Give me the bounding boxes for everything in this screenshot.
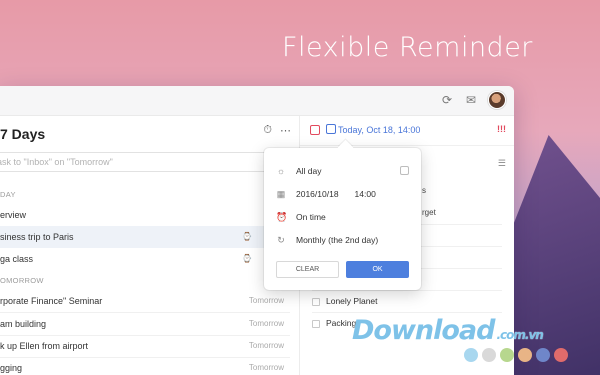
task-row[interactable]: k up Ellen from airport Tomorrow <box>0 335 290 357</box>
calendar-icon: ▦ <box>276 189 286 199</box>
watermark: Download .com.vn <box>352 315 544 346</box>
checklist-checkbox[interactable] <box>312 319 320 328</box>
repeat-icon: ⌚ <box>242 232 252 241</box>
task-title: erview <box>0 210 27 220</box>
topbar-icons: ⟳ ✉ <box>440 91 506 109</box>
checklist-item[interactable]: Lonely Planet <box>312 296 378 306</box>
task-title: siness trip to Paris <box>0 232 74 242</box>
priority-checkbox-icon[interactable] <box>310 125 320 135</box>
repeat-icon: ↻ <box>277 235 285 245</box>
section-today: DAY <box>0 190 16 199</box>
checklist-checkbox[interactable] <box>312 297 320 306</box>
sun-icon: ☼ <box>276 166 286 176</box>
window-topbar: ⟳ ✉ <box>0 86 514 116</box>
date-picker-popover: ☼ All day ▦ 2016/10/18 14:00 ⏰ On time ↻… <box>264 148 421 290</box>
repeat-icon: ⌚ <box>242 254 252 263</box>
date-value[interactable]: 2016/10/18 <box>296 189 339 199</box>
watermark-dot <box>464 348 478 362</box>
alarm-clock-icon: ⏰ <box>276 212 288 222</box>
more-icon[interactable]: ⋯ <box>280 124 291 137</box>
task-row[interactable]: am building Tomorrow <box>0 313 290 335</box>
list-title-icons: ⏱ ⋯ <box>263 124 291 137</box>
task-meta: Tomorrow <box>248 319 284 328</box>
detail-header: Today, Oct 18, 14:00 !!! <box>300 116 514 146</box>
add-task-input[interactable]: ask to "Inbox" on "Tomorrow" <box>0 152 290 172</box>
task-title: k up Ellen from airport <box>0 341 89 351</box>
watermark-dots <box>464 348 568 362</box>
mail-icon[interactable]: ✉ <box>464 93 478 107</box>
time-value[interactable]: 14:00 <box>355 189 376 199</box>
calendar-icon[interactable] <box>326 124 336 134</box>
all-day-label: All day <box>296 166 322 176</box>
refresh-icon[interactable]: ⟳ <box>440 93 454 107</box>
section-tomorrow: OMORROW <box>0 276 44 285</box>
priority-flag[interactable]: !!! <box>497 124 506 134</box>
task-row[interactable]: gging Tomorrow <box>0 357 290 375</box>
reminder-row[interactable]: ⏰ On time <box>276 212 326 222</box>
all-day-checkbox[interactable] <box>400 166 409 175</box>
task-title: ga class <box>0 254 34 264</box>
watermark-dot <box>536 348 550 362</box>
task-list-pane: 7 Days ⏱ ⋯ ask to "Inbox" on "Tomorrow" … <box>0 116 300 375</box>
checklist-text: Lonely Planet <box>326 296 378 306</box>
watermark-dot <box>500 348 514 362</box>
watermark-dot <box>482 348 496 362</box>
task-row[interactable]: erview <box>0 204 290 226</box>
sort-list-icon[interactable]: ☰ <box>498 158 506 169</box>
headline: Flexible Reminder <box>282 32 533 63</box>
clear-button[interactable]: CLEAR <box>276 261 339 278</box>
due-date-link[interactable]: Today, Oct 18, 14:00 <box>338 125 420 135</box>
task-row[interactable]: rporate Finance" Seminar Tomorrow <box>0 290 290 312</box>
repeat-row[interactable]: ↻ Monthly (the 2nd day) <box>276 235 378 245</box>
task-meta: Tomorrow <box>248 341 284 350</box>
task-title: rporate Finance" Seminar <box>0 296 103 306</box>
detail-text-fragment: rget <box>422 208 436 217</box>
detail-divider <box>312 290 502 291</box>
reminder-value: On time <box>296 212 326 222</box>
watermark-text: Download <box>352 315 495 346</box>
task-row[interactable]: siness trip to Paris ⌚ 2 <box>0 226 290 248</box>
watermark-suffix: .com.vn <box>496 328 543 342</box>
task-row[interactable]: ga class ⌚ 2 <box>0 248 290 270</box>
all-day-option[interactable]: ☼ All day <box>276 166 322 176</box>
list-title: 7 Days <box>0 126 46 142</box>
date-time-row[interactable]: ▦ 2016/10/18 14:00 <box>276 189 376 199</box>
repeat-value: Monthly (the 2nd day) <box>296 235 379 245</box>
task-title: am building <box>0 319 47 329</box>
checklist-item[interactable]: Packing <box>312 318 356 328</box>
sort-clock-icon[interactable]: ⏱ <box>263 124 272 137</box>
task-title: gging <box>0 363 23 373</box>
detail-divider <box>312 312 502 313</box>
avatar[interactable] <box>488 91 506 109</box>
task-meta: Tomorrow <box>248 363 284 372</box>
watermark-dot <box>518 348 532 362</box>
watermark-dot <box>554 348 568 362</box>
ok-button[interactable]: OK <box>346 261 409 278</box>
task-meta: Tomorrow <box>248 296 284 305</box>
detail-text-fragment: s <box>422 186 426 195</box>
